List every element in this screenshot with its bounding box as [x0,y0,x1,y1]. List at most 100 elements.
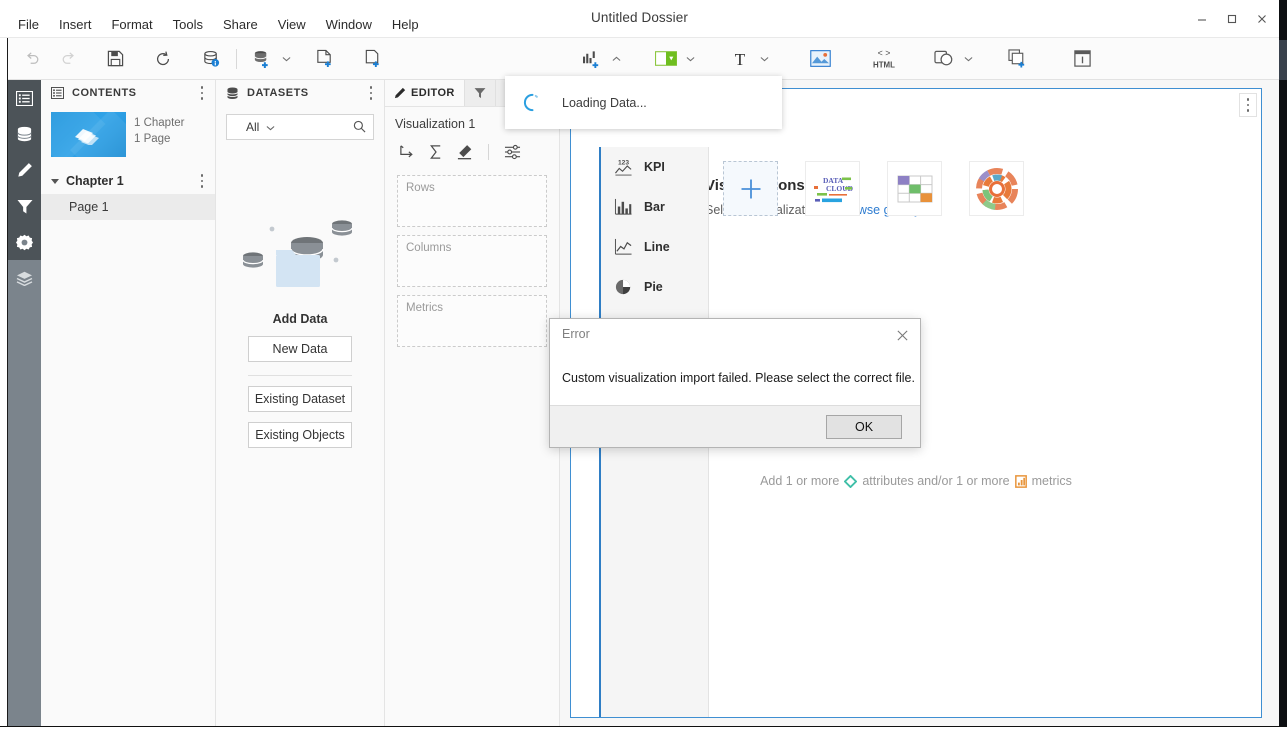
insert-panel-stack-icon[interactable] [1001,44,1035,74]
tab-editor-label: EDITOR [411,87,455,99]
dropzone-rows[interactable]: Rows [397,175,547,227]
sidebar-item-datasets[interactable] [8,116,41,152]
hint-attributes: attributes and/or 1 or more [862,474,1010,488]
datasets-search-bar[interactable]: All [226,114,374,140]
insert-visualization-icon[interactable] [575,44,609,74]
menu-share[interactable]: Share [213,14,268,35]
sidebar-item-editor[interactable] [8,152,41,188]
datasets-panel-header: DATASETS [216,80,384,106]
window-left-edge [0,38,8,726]
dataset-info-icon[interactable] [194,44,228,74]
insert-page-icon[interactable] [307,44,341,74]
viz-type-pie[interactable]: Pie [601,267,708,307]
tab-filters[interactable] [464,80,496,106]
toolbar-more-options-icon[interactable] [1245,44,1271,74]
datasets-filter-value[interactable]: All [246,120,259,134]
loading-toast-message: Loading Data... [562,95,647,110]
new-page-icon[interactable] [355,44,389,74]
menu-view[interactable]: View [268,14,316,35]
menu-help[interactable]: Help [382,14,429,35]
pie-chart-icon [614,278,633,296]
insert-shape-icon[interactable] [927,44,961,74]
insert-image-icon[interactable] [803,44,837,74]
toolbar: T < > HTML [0,38,1279,80]
insert-visualization-chevron-up-icon[interactable] [609,44,623,74]
sidebar-item-filters[interactable] [8,188,41,224]
insert-text-icon[interactable]: T [723,44,757,74]
viz-type-line[interactable]: Line [601,227,708,267]
insert-info-window-icon[interactable] [1065,44,1099,74]
maximize-icon[interactable] [1217,4,1247,34]
cover-metadata: 1 Chapter 1 Page [134,112,185,147]
viz-type-kpi[interactable]: 123 KPI [601,147,708,187]
dossier-cover[interactable]: 1 Chapter 1 Page [41,106,215,159]
menu-bar: File Insert Format Tools Share View Wind… [8,12,429,36]
menu-insert[interactable]: Insert [49,14,102,35]
save-icon[interactable] [98,44,132,74]
add-data-title: Add Data [272,312,328,326]
menu-tools[interactable]: Tools [163,14,213,35]
line-chart-icon [614,238,633,256]
swap-rows-columns-icon[interactable] [394,140,419,164]
menu-format[interactable]: Format [101,14,162,35]
dropzone-metrics[interactable]: Metrics [397,295,547,347]
refresh-icon[interactable] [146,44,180,74]
minimize-icon[interactable] [1187,4,1217,34]
chapter-label: Chapter 1 [66,174,124,188]
dropzone-columns[interactable]: Columns [397,235,547,287]
canvas-hint: Add 1 or more attributes and/or 1 or mor… [571,474,1261,488]
new-data-button[interactable]: New Data [248,336,352,362]
insert-shape-chevron-down-icon[interactable] [961,44,975,74]
dropzone-rows-label: Rows [406,182,435,194]
svg-text:T: T [735,50,746,69]
clear-icon[interactable] [452,140,477,164]
add-data-icon[interactable] [245,44,279,74]
scrollbar-thumb[interactable] [1279,40,1287,80]
chapter-more-icon[interactable] [193,168,211,194]
insert-html-icon[interactable]: < > HTML [867,44,901,74]
book-stack-icon [75,129,99,145]
insert-selector-icon[interactable] [649,44,683,74]
menu-window[interactable]: Window [316,14,382,35]
close-icon[interactable] [1247,4,1277,34]
sidebar-item-properties[interactable] [8,224,41,260]
viz-type-kpi-label: KPI [644,160,665,174]
cover-thumbnail [51,112,126,157]
sidebar-rail [8,80,41,726]
page-row[interactable]: Page 1 [41,194,215,220]
visualization-gallery: DATA CLOUD [723,161,1024,216]
chapter-row[interactable]: Chapter 1 [41,168,215,194]
error-dialog-message: Custom visualization import failed. Plea… [562,371,915,385]
ok-button[interactable]: OK [826,415,902,439]
existing-dataset-button[interactable]: Existing Dataset [248,386,352,412]
page-count: 1 Page [134,133,171,145]
menu-file[interactable]: File [8,14,49,35]
redo-icon[interactable] [50,44,84,74]
totals-icon[interactable] [423,140,448,164]
undo-icon[interactable] [16,44,50,74]
gallery-data-cloud[interactable]: DATA CLOUD [805,161,860,216]
close-icon[interactable] [890,324,914,346]
add-data-chevron-down-icon[interactable] [279,44,293,74]
chevron-down-icon[interactable] [51,178,59,184]
editor-settings-icon[interactable] [500,140,525,164]
search-icon[interactable] [353,120,366,138]
datasets-panel-more-icon[interactable] [362,80,380,106]
contents-panel-more-icon[interactable] [193,80,211,106]
tab-editor[interactable]: EDITOR [385,80,465,106]
gallery-heat-map[interactable] [887,161,942,216]
visualization-more-options-icon[interactable] [1239,93,1257,117]
contents-panel-title: CONTENTS [72,87,137,99]
svg-text:HTML: HTML [873,60,895,69]
insert-selector-chevron-down-icon[interactable] [683,44,697,74]
chevron-down-icon[interactable] [266,118,275,136]
existing-objects-button[interactable]: Existing Objects [248,422,352,448]
vertical-scrollbar[interactable] [1279,0,1287,733]
gallery-add-custom-visualization[interactable] [723,161,778,216]
sidebar-item-contents[interactable] [8,80,41,116]
insert-text-chevron-down-icon[interactable] [757,44,771,74]
gallery-sunburst[interactable] [969,161,1024,216]
viz-type-bar[interactable]: Bar [601,187,708,227]
bar-chart-icon [614,198,633,216]
sidebar-item-layers[interactable] [8,260,41,296]
